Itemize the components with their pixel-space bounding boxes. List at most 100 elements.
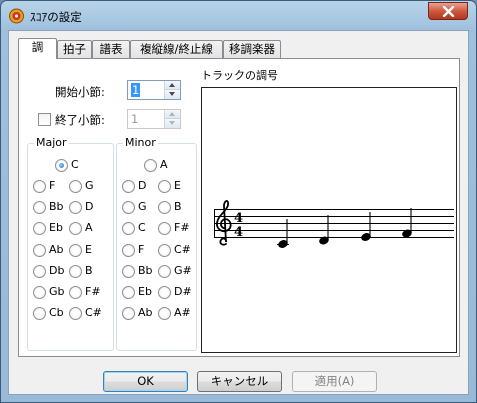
major-key-b-label: B — [85, 263, 93, 277]
start-measure-spinner[interactable]: 1 — [127, 80, 181, 100]
minor-key-bb-radio[interactable] — [122, 264, 135, 278]
ok-button[interactable]: OK — [103, 371, 188, 392]
apply-button[interactable]: 適用(A) — [292, 371, 377, 392]
minor-key-bb-label: Bb — [138, 263, 153, 277]
minor-key-b-label: B — [174, 200, 182, 214]
minor-key-fsharp-label: F# — [174, 221, 190, 235]
tab-transposing-instrument[interactable]: 移調楽器 — [223, 40, 281, 58]
major-key-g-radio[interactable] — [69, 180, 82, 193]
major-key-csharp-label: C# — [85, 306, 102, 320]
minor-key-csharp-radio[interactable] — [158, 243, 171, 257]
minor-key-e-label: E — [174, 179, 181, 192]
minor-key-f-radio[interactable] — [122, 243, 135, 257]
close-button[interactable] — [428, 2, 468, 20]
time-signature-numerator: 4 — [234, 211, 243, 226]
end-measure-value: 1 — [131, 112, 139, 126]
minor-key-d-label: D — [138, 179, 147, 192]
spin-down-button[interactable] — [165, 90, 180, 99]
title-bar[interactable]: ｽｺｱの設定 — [1, 1, 476, 31]
minor-key-g-label: G — [138, 200, 147, 214]
tab-key[interactable]: 調 — [18, 38, 57, 59]
tab-barlines[interactable]: 複縦線/終止線 — [130, 40, 223, 58]
minor-key-e-radio[interactable] — [158, 180, 171, 193]
minor-key-asharp-radio[interactable] — [158, 307, 171, 321]
major-key-cb-radio[interactable] — [33, 307, 46, 321]
start-measure-arrows — [164, 81, 180, 99]
staff-preview: 4 4 — [214, 200, 454, 248]
major-key-csharp-radio[interactable] — [69, 307, 82, 321]
minor-key-c-radio[interactable] — [122, 222, 135, 236]
major-key-eb-label: Eb — [49, 221, 63, 235]
major-key-gb-radio[interactable] — [33, 286, 46, 299]
minor-key-b-radio[interactable] — [158, 201, 171, 215]
tab-staff[interactable]: 譜表 — [92, 40, 130, 58]
major-key-g-label: G — [85, 179, 94, 192]
major-group-title: Major — [34, 136, 69, 149]
arrow-up-icon — [169, 83, 175, 87]
major-key-db-label: Db — [49, 263, 65, 277]
major-key-a-radio[interactable] — [69, 222, 82, 236]
dialog-client: 調 拍子 譜表 複縦線/終止線 移調楽器 開始小節: 1 終了小節: 1 Maj… — [8, 30, 469, 395]
major-key-d-label: D — [85, 200, 94, 214]
key-panel: 開始小節: 1 終了小節: 1 Major C F Bb Eb Ab Db Gb Cb G D — [18, 58, 460, 357]
major-key-ab-radio[interactable] — [33, 243, 46, 257]
major-key-b-radio[interactable] — [69, 264, 82, 278]
spin-down-button[interactable] — [165, 119, 180, 128]
minor-key-eb-radio[interactable] — [122, 286, 135, 299]
major-key-a-label: A — [85, 221, 93, 235]
settings-window: ｽｺｱの設定 調 拍子 譜表 複縦線/終止線 移調楽器 開始小節: 1 終了小節… — [0, 0, 477, 403]
major-key-db-radio[interactable] — [33, 264, 46, 278]
time-signature: 4 4 — [234, 211, 243, 240]
cancel-button[interactable]: キャンセル — [197, 371, 282, 392]
minor-key-dsharp-label: D# — [174, 285, 192, 298]
minor-key-f-label: F — [138, 242, 145, 256]
key-signature-preview-label: トラックの調号 — [201, 69, 278, 82]
treble-clef-icon — [216, 200, 232, 246]
tab-time-signature[interactable]: 拍子 — [57, 40, 92, 58]
minor-key-eb-label: Eb — [138, 285, 152, 298]
minor-key-d-radio[interactable] — [122, 180, 135, 193]
minor-key-g-radio[interactable] — [122, 201, 135, 215]
minor-key-ab-radio[interactable] — [122, 307, 135, 321]
start-measure-label: 開始小節: — [55, 85, 105, 99]
spin-up-button[interactable] — [165, 110, 180, 119]
time-signature-denominator: 4 — [234, 225, 243, 240]
arrow-down-icon — [169, 92, 175, 96]
minor-key-a-radio[interactable] — [144, 159, 157, 172]
end-measure-spinner[interactable]: 1 — [127, 109, 181, 129]
minor-key-gsharp-radio[interactable] — [158, 264, 171, 278]
minor-key-csharp-label: C# — [174, 242, 191, 256]
minor-key-asharp-label: A# — [174, 306, 191, 320]
minor-key-a-label: A — [160, 158, 168, 171]
end-measure-arrows — [164, 110, 180, 128]
arrow-down-icon — [169, 121, 175, 125]
minor-key-gsharp-label: G# — [174, 263, 192, 277]
major-key-cb-label: Cb — [49, 306, 64, 320]
spin-up-button[interactable] — [165, 81, 180, 90]
major-key-e-radio[interactable] — [69, 243, 82, 257]
app-icon — [9, 8, 24, 24]
minor-key-fsharp-radio[interactable] — [158, 222, 171, 236]
minor-group: Minor A D G C F Bb Eb Ab E B F# C# G# D# A# — [116, 136, 197, 351]
minor-key-dsharp-radio[interactable] — [158, 286, 171, 299]
major-key-fsharp-radio[interactable] — [69, 286, 82, 299]
minor-group-title: Minor — [123, 136, 158, 149]
minor-key-c-label: C — [138, 221, 146, 235]
major-key-c-label: C — [71, 158, 79, 171]
key-signature-preview: 4 4 — [201, 87, 457, 353]
major-key-e-label: E — [85, 242, 92, 256]
major-group: Major C F Bb Eb Ab Db Gb Cb G D A E B F# C# — [27, 136, 114, 351]
start-measure-value[interactable]: 1 — [131, 83, 141, 97]
major-key-f-label: F — [49, 179, 56, 192]
window-title: ｽｺｱの設定 — [30, 10, 82, 24]
major-key-bb-radio[interactable] — [33, 201, 46, 215]
minor-key-ab-label: Ab — [138, 306, 153, 320]
end-measure-label: 終了小節: — [55, 113, 105, 127]
major-key-c-radio[interactable] — [55, 159, 68, 172]
major-key-eb-radio[interactable] — [33, 222, 46, 236]
end-measure-checkbox[interactable] — [38, 113, 51, 126]
major-key-fsharp-label: F# — [85, 285, 101, 298]
major-key-d-radio[interactable] — [69, 201, 82, 215]
major-key-gb-label: Gb — [49, 285, 65, 298]
major-key-f-radio[interactable] — [33, 180, 46, 193]
